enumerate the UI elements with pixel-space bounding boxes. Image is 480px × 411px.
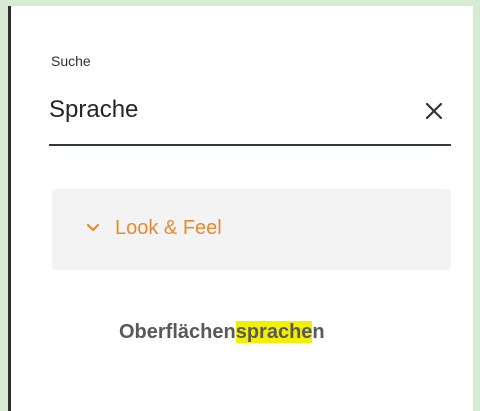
- chevron-down-icon: [85, 220, 101, 236]
- search-label: Suche: [51, 53, 91, 69]
- result-group-look-and-feel[interactable]: Look & Feel: [52, 189, 451, 270]
- result-text-after: n: [312, 321, 325, 343]
- search-panel: Suche Look & Feel Oberflächensprachen: [8, 6, 473, 411]
- close-icon[interactable]: [417, 94, 451, 128]
- search-input[interactable]: [49, 90, 389, 130]
- result-text-before: Oberflächen: [119, 321, 236, 343]
- search-field[interactable]: [49, 90, 451, 146]
- result-text-highlight: sprache: [235, 321, 313, 343]
- search-result-item[interactable]: Oberflächensprachen: [119, 318, 325, 346]
- window-edge: [473, 0, 480, 411]
- group-title: Look & Feel: [115, 217, 222, 239]
